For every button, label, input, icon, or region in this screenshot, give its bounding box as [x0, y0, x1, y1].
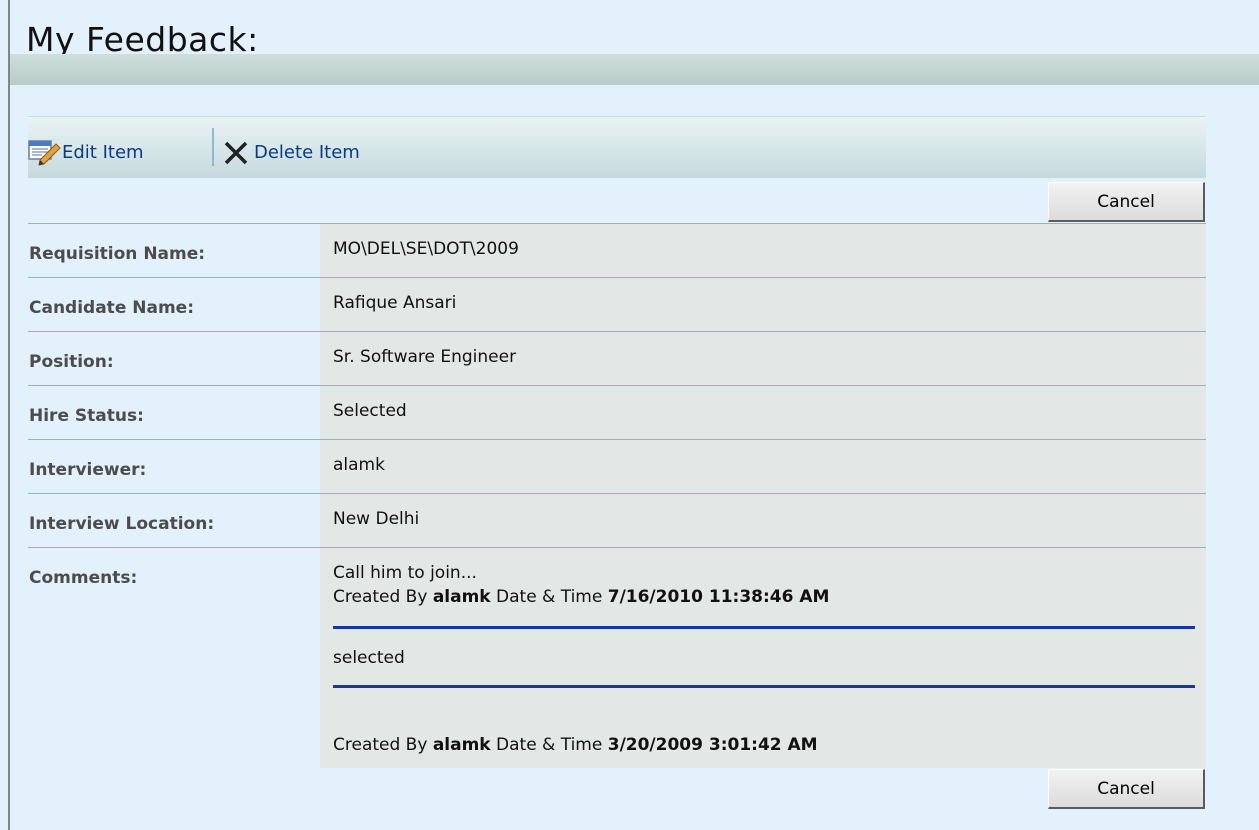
field-row-candidate-name: Candidate Name: Rafique Ansari	[28, 277, 1206, 332]
comment-separator	[333, 626, 1195, 629]
comment-text: selected	[333, 648, 405, 668]
delete-item-button[interactable]: Delete Item	[222, 137, 360, 167]
field-value: MO\DEL\SE\DOT\2009	[333, 239, 519, 259]
comment-datetime: 7/16/2010 11:38:46 AM	[607, 587, 830, 607]
field-row-hire-status: Hire Status: Selected	[28, 385, 1206, 440]
title-underline-bar	[10, 54, 1259, 85]
field-row-interview-location: Interview Location: New Delhi	[28, 493, 1206, 548]
comment-text: Call him to join...	[333, 563, 477, 583]
title-area: My Feedback:	[10, 8, 1259, 59]
toolbar: Edit Item Delete Item	[28, 116, 1206, 178]
comment-author: alamk	[432, 735, 491, 755]
field-label: Candidate Name:	[29, 298, 195, 318]
page: My Feedback: Edit Item Delete Item Cance…	[0, 0, 1259, 830]
field-row-interviewer: Interviewer: alamk	[28, 439, 1206, 494]
field-label: Comments:	[29, 568, 138, 588]
comment-meta: Created By alamk Date & Time 7/16/2010 1…	[333, 587, 829, 607]
field-label: Position:	[29, 352, 114, 372]
field-value: New Delhi	[333, 509, 420, 529]
date-time-prefix: Date & Time	[496, 735, 603, 755]
delete-item-label: Delete Item	[254, 141, 360, 163]
date-time-prefix: Date & Time	[496, 587, 603, 607]
field-row-requisition-name: Requisition Name: MO\DEL\SE\DOT\2009	[28, 223, 1206, 278]
comment-datetime: 3/20/2009 3:01:42 AM	[607, 735, 818, 755]
field-row-position: Position: Sr. Software Engineer	[28, 331, 1206, 386]
delete-icon	[222, 138, 254, 166]
created-by-prefix: Created By	[333, 587, 428, 607]
field-row-comments: Comments: Call him to join... Created By…	[28, 547, 1206, 768]
edit-item-button[interactable]: Edit Item	[28, 137, 144, 167]
comment-meta: Created By alamk Date & Time 3/20/2009 3…	[333, 735, 818, 755]
comment-separator	[333, 685, 1195, 688]
left-border	[8, 0, 10, 830]
field-label: Interviewer:	[29, 460, 147, 480]
edit-icon	[28, 138, 62, 166]
field-label: Hire Status:	[29, 406, 144, 426]
comments-value: Call him to join... Created By alamk Dat…	[320, 548, 1206, 768]
edit-item-label: Edit Item	[62, 141, 144, 163]
toolbar-separator	[212, 128, 214, 166]
field-label: Interview Location:	[29, 514, 215, 534]
created-by-prefix: Created By	[333, 735, 428, 755]
field-value: Rafique Ansari	[333, 293, 457, 313]
field-value: alamk	[333, 455, 385, 475]
cancel-button-top[interactable]: Cancel	[1048, 182, 1205, 222]
comment-author: alamk	[432, 587, 491, 607]
field-value: Sr. Software Engineer	[333, 347, 517, 367]
cancel-button-bottom[interactable]: Cancel	[1048, 769, 1205, 809]
field-label: Requisition Name:	[29, 244, 206, 264]
field-value: Selected	[333, 401, 407, 421]
